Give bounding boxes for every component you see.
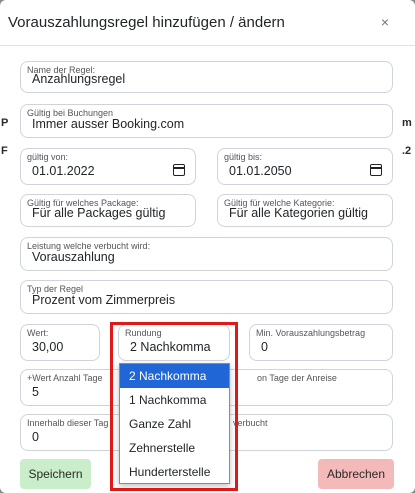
field-value: 5 [32, 385, 39, 399]
field-value: 01.01.2022 [32, 164, 95, 178]
valid-to-date-input[interactable]: gültig bis: 01.01.2050 [217, 148, 393, 185]
calendar-icon[interactable] [370, 164, 382, 176]
field-value: 30,00 [32, 340, 64, 354]
service-select[interactable]: Leistung welche verbucht wird: Vorauszah… [20, 237, 393, 271]
valid-bookings-select[interactable]: Gültig bei Buchungen Immer ausser Bookin… [20, 104, 393, 138]
field-value: Für alle Packages gültig [32, 206, 166, 220]
background-text: F [1, 145, 8, 157]
field-value: 01.01.2050 [229, 164, 292, 178]
field-label: Wert: [27, 328, 49, 338]
save-button[interactable]: Speichern [20, 459, 91, 489]
field-value: Anzahlungsregel [32, 72, 126, 86]
field-value: 0 [261, 340, 268, 354]
background-text: .2 [402, 145, 412, 157]
calendar-icon[interactable] [173, 164, 185, 176]
field-value: Vorauszahlung [32, 250, 115, 264]
field-label-right: verbucht [233, 418, 268, 428]
field-label: gültig bis: [224, 152, 263, 162]
min-prepayment-input[interactable]: Min. Vorauszahlungsbetrag 0 [249, 324, 393, 361]
modal-title: Vorauszahlungsregel hinzufügen / ändern [8, 14, 285, 31]
rule-name-field[interactable]: Name der Regel: Anzahlungsregel [20, 61, 393, 93]
field-value: Prozent vom Zimmerpreis [32, 293, 176, 307]
package-select[interactable]: Gültig für welches Package: Für alle Pac… [20, 194, 196, 227]
close-icon[interactable]: × [381, 14, 389, 30]
highlight-box [110, 322, 238, 491]
field-label: Min. Vorauszahlungsbetrag [256, 328, 366, 338]
valid-from-date-input[interactable]: gültig von: 01.01.2022 [20, 148, 196, 185]
cancel-button[interactable]: Abbrechen [318, 459, 394, 489]
background-text: P [1, 117, 9, 129]
modal-header: Vorauszahlungsregel hinzufügen / ändern … [0, 0, 415, 46]
field-value: Für alle Kategorien gültig [229, 206, 368, 220]
field-label: Innerhalb dieser Tag [27, 418, 109, 428]
field-label: +Wert Anzahl Tage [27, 373, 103, 383]
field-value: 0 [32, 430, 39, 444]
value-input[interactable]: Wert: 30,00 [20, 324, 100, 361]
category-select[interactable]: Gültig für welche Kategorie: Für alle Ka… [217, 194, 393, 227]
field-label-right: on Tage der Anreise [257, 373, 337, 383]
rule-type-select[interactable]: Typ der Regel Prozent vom Zimmerpreis [20, 280, 393, 314]
background-text: m [402, 117, 412, 129]
field-value: Immer ausser Booking.com [32, 117, 185, 131]
modal-dialog: Vorauszahlungsregel hinzufügen / ändern … [0, 0, 415, 493]
field-label: gültig von: [27, 152, 69, 162]
